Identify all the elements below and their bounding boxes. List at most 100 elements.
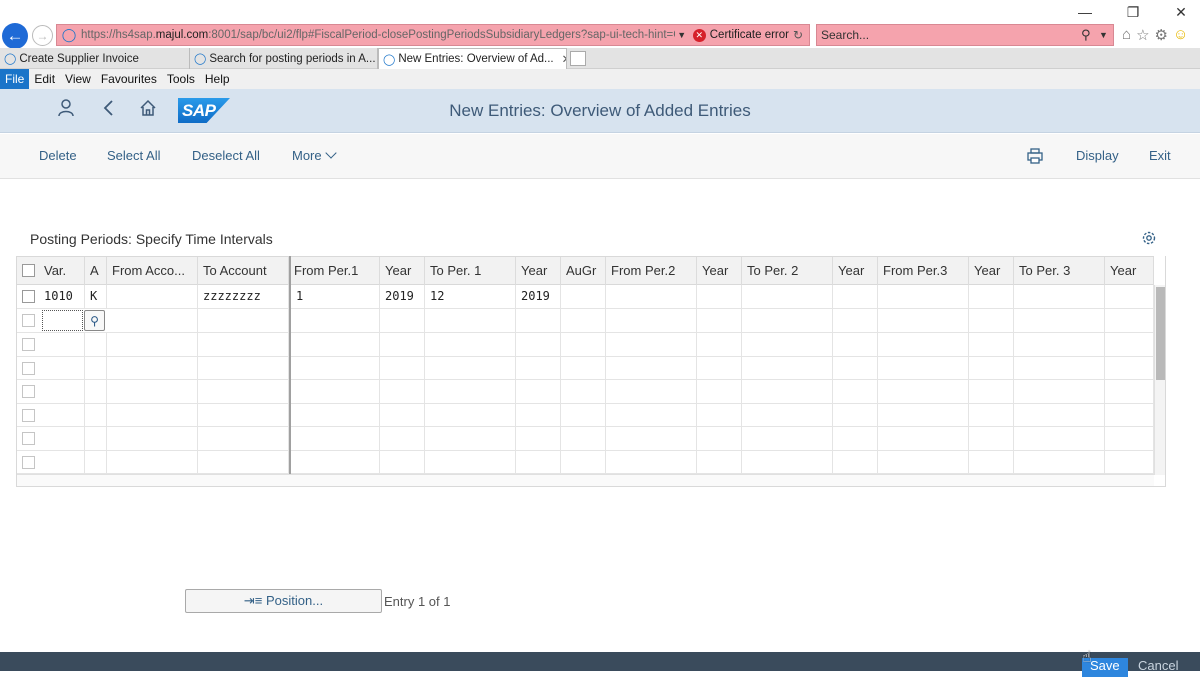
favorites-star-icon[interactable]: ☆: [1136, 26, 1149, 44]
table-cell[interactable]: [425, 427, 516, 450]
table-settings-icon[interactable]: [1141, 230, 1157, 251]
settings-gear-icon[interactable]: ⚙: [1155, 26, 1168, 44]
column-header-to-per2[interactable]: To Per. 2: [742, 257, 833, 285]
row-select-checkbox[interactable]: [22, 385, 35, 398]
table-cell[interactable]: [425, 356, 516, 380]
column-header-year[interactable]: Year: [516, 257, 561, 285]
table-cell[interactable]: [969, 450, 1014, 474]
cell-year[interactable]: [697, 285, 742, 308]
cell-from-per1[interactable]: [291, 309, 380, 332]
table-cell[interactable]: [516, 380, 561, 403]
browser-back-icon[interactable]: ←: [2, 23, 28, 49]
table-cell[interactable]: [39, 380, 85, 403]
table-cell[interactable]: [39, 356, 85, 380]
refresh-icon[interactable]: ↻: [793, 28, 809, 42]
table-row-empty[interactable]: [17, 450, 1154, 474]
table-cell[interactable]: [606, 427, 697, 450]
table-cell[interactable]: [1105, 427, 1154, 450]
scrollbar-thumb[interactable]: [1156, 287, 1165, 380]
table-cell[interactable]: [1014, 450, 1105, 474]
cell-from-per3[interactable]: [878, 285, 969, 308]
cell-from-per2[interactable]: [606, 309, 697, 332]
vertical-scrollbar[interactable]: [1154, 285, 1165, 475]
table-cell[interactable]: [291, 427, 380, 450]
table-cell[interactable]: [516, 333, 561, 356]
position-button[interactable]: ⇥≡ Position...: [185, 589, 382, 613]
table-cell[interactable]: [516, 403, 561, 427]
feedback-smiley-icon[interactable]: ☺: [1173, 26, 1188, 44]
table-cell[interactable]: [198, 427, 289, 450]
table-cell[interactable]: [742, 403, 833, 427]
table-cell[interactable]: [878, 403, 969, 427]
cell-year[interactable]: [1105, 285, 1154, 308]
table-cell[interactable]: [697, 380, 742, 403]
table-row-new[interactable]: ⚲: [17, 309, 1154, 333]
column-header-to-account[interactable]: To Account: [198, 257, 289, 285]
menu-view[interactable]: View: [60, 69, 96, 89]
cell-year[interactable]: [969, 285, 1014, 308]
column-header-to-per1[interactable]: To Per. 1: [425, 257, 516, 285]
exit-button[interactable]: Exit: [1149, 148, 1171, 163]
table-cell[interactable]: [969, 403, 1014, 427]
search-dropdown-icon[interactable]: ▼: [1099, 30, 1113, 40]
table-row-empty[interactable]: [17, 403, 1154, 427]
close-icon[interactable]: ✕: [1172, 4, 1190, 21]
select-all-button[interactable]: Select All: [107, 148, 160, 163]
cell-augr[interactable]: [561, 309, 606, 332]
table-cell[interactable]: [561, 356, 606, 380]
table-cell[interactable]: [697, 356, 742, 380]
table-cell[interactable]: [380, 380, 425, 403]
minimize-icon[interactable]: —: [1076, 4, 1094, 21]
table-cell[interactable]: [742, 333, 833, 356]
tab-create-supplier-invoice[interactable]: ◯ Create Supplier Invoice: [0, 48, 190, 69]
table-cell[interactable]: [833, 403, 878, 427]
table-cell[interactable]: [380, 427, 425, 450]
table-cell[interactable]: [742, 450, 833, 474]
table-cell[interactable]: [697, 450, 742, 474]
delete-button[interactable]: Delete: [39, 148, 77, 163]
cell-from-account[interactable]: [107, 285, 198, 308]
cell-to-per3[interactable]: [1014, 309, 1105, 332]
table-cell[interactable]: [85, 356, 107, 380]
cell-year[interactable]: [516, 309, 561, 332]
column-header-from-per1[interactable]: From Per.1: [289, 257, 380, 285]
var-input-field[interactable]: [42, 310, 83, 331]
table-cell[interactable]: [1105, 450, 1154, 474]
column-header-from-per2[interactable]: From Per.2: [606, 257, 697, 285]
cell-from-per3[interactable]: [878, 309, 969, 332]
tab-close-icon[interactable]: ✕: [562, 52, 566, 66]
column-header-year[interactable]: Year: [969, 257, 1014, 285]
url-text[interactable]: https://hs4sap.majul.com:8001/sap/bc/ui2…: [81, 29, 675, 41]
menu-edit[interactable]: Edit: [29, 69, 60, 89]
table-cell[interactable]: [742, 380, 833, 403]
table-cell[interactable]: [85, 427, 107, 450]
address-bar[interactable]: ◯ https://hs4sap.majul.com:8001/sap/bc/u…: [56, 24, 810, 46]
table-cell[interactable]: [85, 380, 107, 403]
table-cell[interactable]: [85, 333, 107, 356]
table-cell[interactable]: [85, 450, 107, 474]
table-cell[interactable]: [833, 356, 878, 380]
cell-to-account[interactable]: [198, 309, 289, 332]
table-cell[interactable]: [85, 403, 107, 427]
table-cell[interactable]: [969, 333, 1014, 356]
table-cell[interactable]: [1105, 356, 1154, 380]
cell-to-per3[interactable]: [1014, 285, 1105, 308]
table-cell[interactable]: [198, 403, 289, 427]
column-header-year[interactable]: Year: [1105, 257, 1154, 285]
table-cell[interactable]: [606, 380, 697, 403]
value-help-search-icon[interactable]: ⚲: [84, 310, 105, 331]
search-icon[interactable]: ⚲: [1081, 27, 1099, 43]
cell-to-per1[interactable]: [425, 309, 516, 332]
table-cell[interactable]: [107, 333, 198, 356]
menu-file[interactable]: File: [0, 69, 30, 89]
table-cell[interactable]: [1014, 427, 1105, 450]
row-select-checkbox[interactable]: [22, 408, 35, 422]
cell-year[interactable]: [833, 309, 878, 332]
print-icon[interactable]: [1027, 148, 1043, 168]
column-header-var[interactable]: Var.: [39, 257, 85, 285]
table-cell[interactable]: [107, 450, 198, 474]
table-cell[interactable]: [833, 427, 878, 450]
table-cell[interactable]: [425, 450, 516, 474]
table-cell[interactable]: [107, 427, 198, 450]
table-cell[interactable]: [1105, 403, 1154, 427]
